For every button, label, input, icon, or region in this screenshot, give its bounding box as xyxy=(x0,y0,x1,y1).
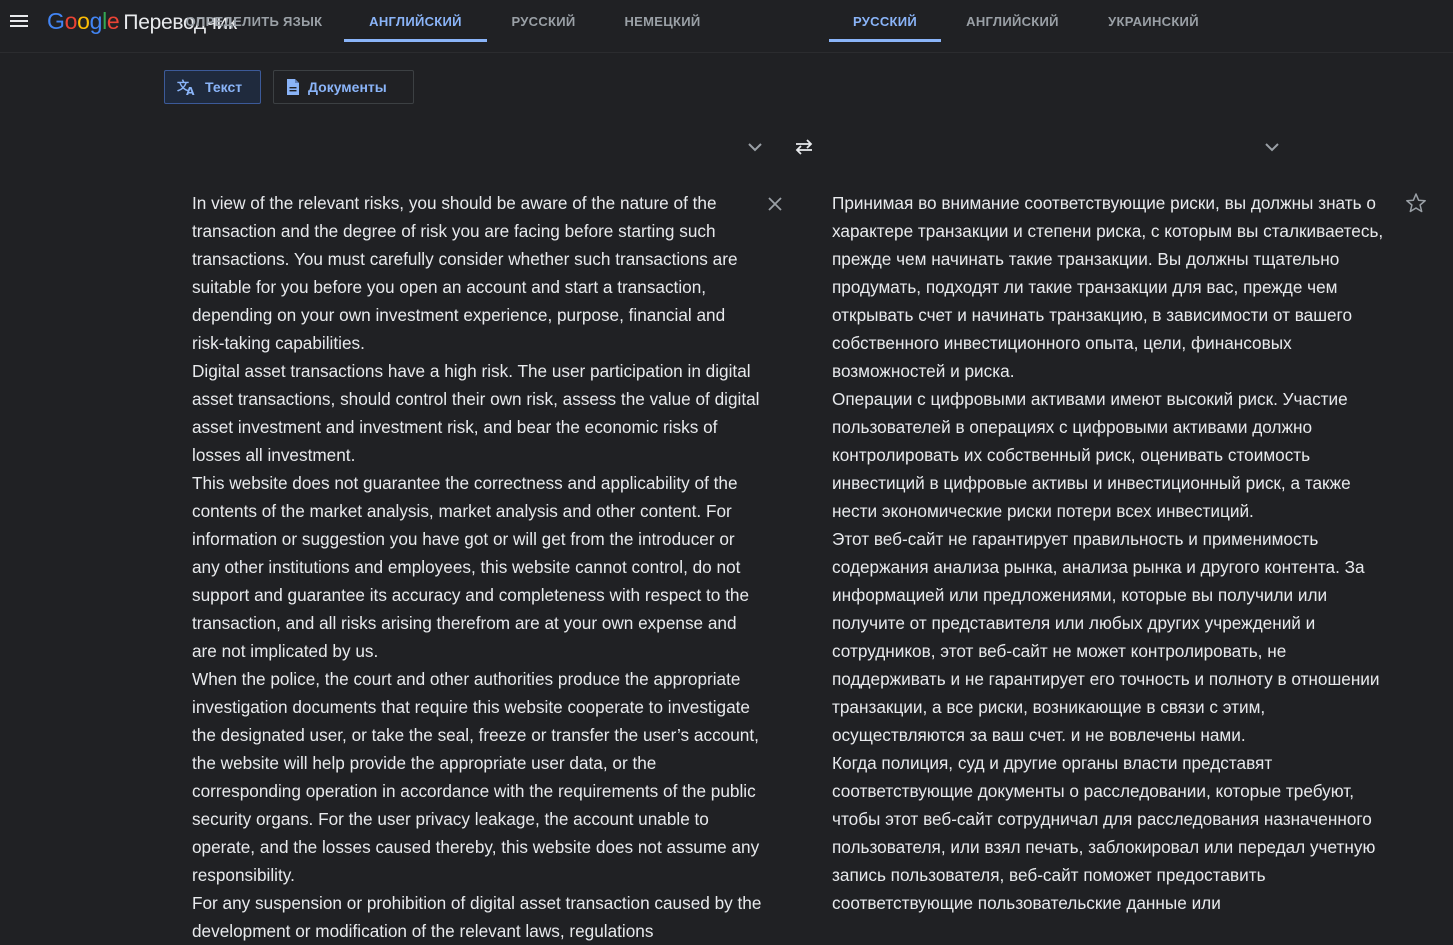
google-wordmark: Google xyxy=(47,8,120,34)
translate-icon: 文 A xyxy=(177,78,195,96)
source-text-input[interactable]: In view of the relevant risks, you shoul… xyxy=(192,189,762,945)
documents-mode-label: Документы xyxy=(308,79,387,95)
tab-detect-language[interactable]: ОПРЕДЕЛИТЬ ЯЗЫК xyxy=(172,0,336,42)
tab-target-english[interactable]: АНГЛИЙСКИЙ xyxy=(950,0,1075,42)
target-language-dropdown[interactable] xyxy=(1259,134,1285,160)
save-translation-button[interactable] xyxy=(1404,191,1428,215)
tab-source-german[interactable]: НЕМЕЦКИЙ xyxy=(606,0,719,42)
source-language-dropdown[interactable] xyxy=(742,134,768,160)
clear-source-button[interactable] xyxy=(764,193,786,215)
svg-text:A: A xyxy=(186,85,195,96)
chevron-down-icon xyxy=(1265,143,1279,152)
tab-target-ukrainian[interactable]: УКРАИНСКИЙ xyxy=(1091,0,1216,42)
text-mode-label: Текст xyxy=(205,79,243,95)
document-icon xyxy=(287,79,299,95)
tab-target-russian[interactable]: РУССКИЙ xyxy=(829,0,941,42)
chevron-down-icon xyxy=(748,143,762,152)
translation-output: Принимая во внимание соответствующие рис… xyxy=(832,193,1384,913)
text-mode-button[interactable]: 文 A Текст xyxy=(164,70,261,104)
documents-mode-button[interactable]: Документы xyxy=(273,70,414,104)
swap-languages-button[interactable] xyxy=(792,135,816,159)
star-icon xyxy=(1406,193,1426,213)
tab-source-russian[interactable]: РУССКИЙ xyxy=(495,0,592,42)
close-icon xyxy=(768,197,782,211)
swap-icon xyxy=(795,139,813,155)
tab-source-english[interactable]: АНГЛИЙСКИЙ xyxy=(344,0,487,42)
menu-icon[interactable] xyxy=(8,10,30,32)
